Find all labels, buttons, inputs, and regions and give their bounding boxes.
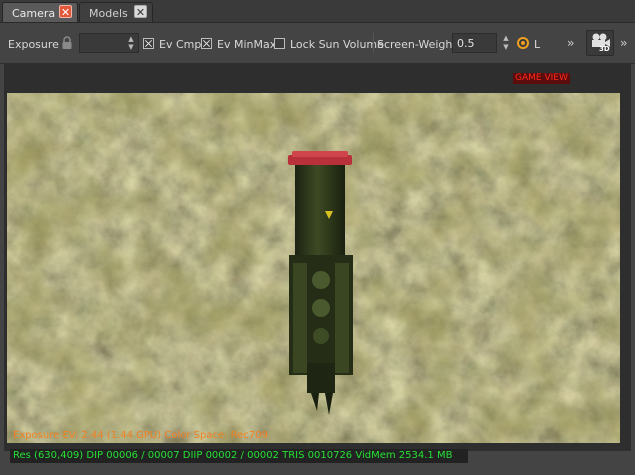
bottom-strip	[0, 464, 635, 475]
ev-cmp-label: Ev Cmp	[159, 38, 202, 51]
camera-3d-button[interactable]: 3D	[586, 30, 614, 56]
spin-up-icon[interactable]: ▲	[499, 34, 513, 43]
radio-dot	[521, 41, 525, 45]
exposure-field[interactable]: ▲ ▼	[79, 33, 139, 53]
lock-sun-volume-checkbox[interactable]	[274, 38, 285, 49]
render-stats-text: Res (630,409) DIP 00006 / 00007 DIIP 000…	[13, 450, 453, 461]
tab-bar: Camera ✕ Models ✕	[0, 0, 635, 23]
screen-weight-label: Screen-Weight	[377, 38, 457, 51]
game-view-badge: GAME VIEW	[513, 73, 570, 84]
close-icon[interactable]: ✕	[134, 5, 147, 19]
exposure-label: Exposure	[8, 38, 59, 51]
game-viewport[interactable]	[7, 93, 620, 443]
lock-icon[interactable]	[61, 36, 73, 50]
tab-models-label: Models	[89, 7, 128, 20]
more-chevron-icon[interactable]: ››	[620, 36, 627, 50]
exposure-readout: Exposure EV: 2.44 (1.44 GPU) Color Space…	[13, 430, 268, 441]
camera-3d-badge: 3D	[599, 45, 610, 53]
lock-sun-volume-label: Lock Sun Volume	[290, 38, 384, 51]
tab-camera-label: Camera	[12, 7, 56, 20]
ev-minmax-label: Ev MinMax	[217, 38, 277, 51]
toolbar-divider	[373, 33, 374, 53]
ev-cmp-checkbox[interactable]	[143, 38, 154, 49]
radio-label: L	[534, 38, 541, 51]
render-stats-bar: Res (630,409) DIP 00006 / 00007 DIIP 000…	[10, 449, 468, 463]
spin-down-icon[interactable]: ▼	[124, 43, 138, 52]
close-icon[interactable]: ✕	[59, 5, 72, 19]
tab-camera[interactable]: Camera ✕	[2, 2, 78, 22]
radio-button[interactable]	[517, 37, 529, 49]
terrain-render	[7, 93, 620, 443]
tab-models[interactable]: Models ✕	[79, 2, 153, 22]
more-chevron-icon[interactable]: ››	[567, 36, 574, 50]
ev-minmax-checkbox[interactable]	[201, 38, 212, 49]
screen-weight-value: 0.5	[457, 37, 475, 50]
camera-toolbar: Exposure ▲ ▼ Ev Cmp Ev MinMax Lock Sun V…	[0, 23, 635, 64]
screen-weight-field[interactable]: 0.5	[452, 33, 497, 53]
spin-down-icon[interactable]: ▼	[499, 43, 513, 52]
